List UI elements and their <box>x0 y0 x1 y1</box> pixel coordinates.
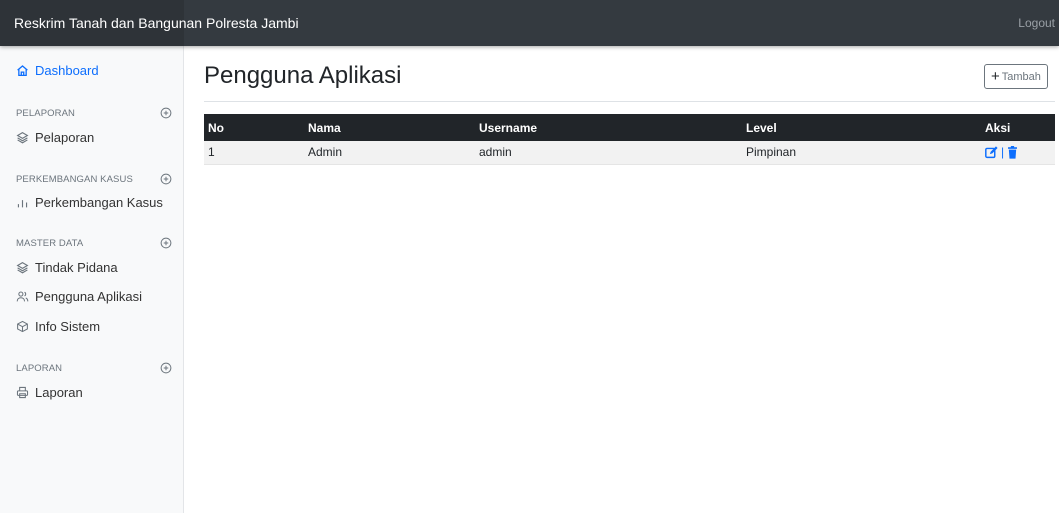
sidebar-item-pelaporan[interactable]: Pelaporan <box>16 130 94 145</box>
sidebar-item-label: Dashboard <box>35 63 99 78</box>
column-header-nama: Nama <box>304 114 475 141</box>
plus-circle-icon[interactable] <box>160 107 172 119</box>
section-heading-master-data: MASTER DATA <box>16 237 172 249</box>
app-brand[interactable]: Reskrim Tanah dan Bangunan Polresta Jamb… <box>14 0 299 46</box>
cell-no: 1 <box>204 141 304 165</box>
cell-level: Pimpinan <box>742 141 981 165</box>
plus-circle-icon[interactable] <box>160 362 172 374</box>
page-title: Pengguna Aplikasi <box>204 62 402 89</box>
action-separator: | <box>1001 145 1005 160</box>
sidebar-item-pengguna-aplikasi[interactable]: Pengguna Aplikasi <box>16 289 142 304</box>
sidebar-item-label: Pengguna Aplikasi <box>35 289 142 304</box>
plus-circle-icon[interactable] <box>160 173 172 185</box>
row-actions: | <box>985 145 1051 159</box>
column-header-no: No <box>204 114 304 141</box>
section-heading-laporan: LAPORAN <box>16 362 172 374</box>
sidebar-item-perkembangan-kasus[interactable]: Perkembangan Kasus <box>16 195 163 210</box>
plus-circle-icon[interactable] <box>160 237 172 249</box>
layers-icon <box>16 131 29 144</box>
sidebar-item-label: Perkembangan Kasus <box>35 195 163 210</box>
layers-icon <box>16 261 29 274</box>
section-heading-perkembangan-kasus: PERKEMBANGAN KASUS <box>16 173 172 185</box>
package-icon <box>16 320 29 333</box>
printer-icon <box>16 386 29 399</box>
sidebar-item-label: Laporan <box>35 385 83 400</box>
section-heading-label: MASTER DATA <box>16 237 84 249</box>
add-button-label: Tambah <box>1001 70 1041 83</box>
section-heading-label: PELAPORAN <box>16 107 75 119</box>
table-row: 1 Admin admin Pimpinan | <box>204 141 1055 165</box>
trash-icon[interactable] <box>1007 145 1018 159</box>
users-icon <box>16 290 29 303</box>
sidebar-item-info-sistem[interactable]: Info Sistem <box>16 319 100 334</box>
cell-aksi: | <box>981 141 1055 165</box>
edit-icon[interactable] <box>985 146 998 159</box>
sidebar-item-label: Info Sistem <box>35 319 101 334</box>
divider <box>204 101 1055 102</box>
cell-username: admin <box>475 141 742 165</box>
sidebar-item-dashboard[interactable]: Dashboard <box>16 63 99 78</box>
sidebar: Dashboard PELAPORAN Pelaporan PERKEMBANG… <box>0 46 184 513</box>
section-heading-label: LAPORAN <box>16 362 63 374</box>
column-header-aksi: Aksi <box>981 114 1055 141</box>
sidebar-item-label: Tindak Pidana <box>35 260 118 275</box>
sidebar-item-label: Pelaporan <box>35 130 95 145</box>
sidebar-item-laporan[interactable]: Laporan <box>16 385 83 400</box>
bar-chart-icon <box>16 196 29 209</box>
add-user-button[interactable]: + Tambah <box>984 64 1048 89</box>
top-navbar: Reskrim Tanah dan Bangunan Polresta Jamb… <box>0 0 1059 46</box>
cell-nama: Admin <box>304 141 475 165</box>
plus-icon: + <box>991 68 1000 85</box>
users-table: No Nama Username Level Aksi 1 Admin admi… <box>204 114 1055 165</box>
logout-link[interactable]: Logout <box>1018 0 1055 46</box>
column-header-username: Username <box>475 114 742 141</box>
column-header-level: Level <box>742 114 981 141</box>
sidebar-item-tindak-pidana[interactable]: Tindak Pidana <box>16 260 118 275</box>
section-heading-pelaporan: PELAPORAN <box>16 107 172 119</box>
table-header-row: No Nama Username Level Aksi <box>204 114 1055 141</box>
home-icon <box>16 64 29 77</box>
section-heading-label: PERKEMBANGAN KASUS <box>16 173 133 185</box>
